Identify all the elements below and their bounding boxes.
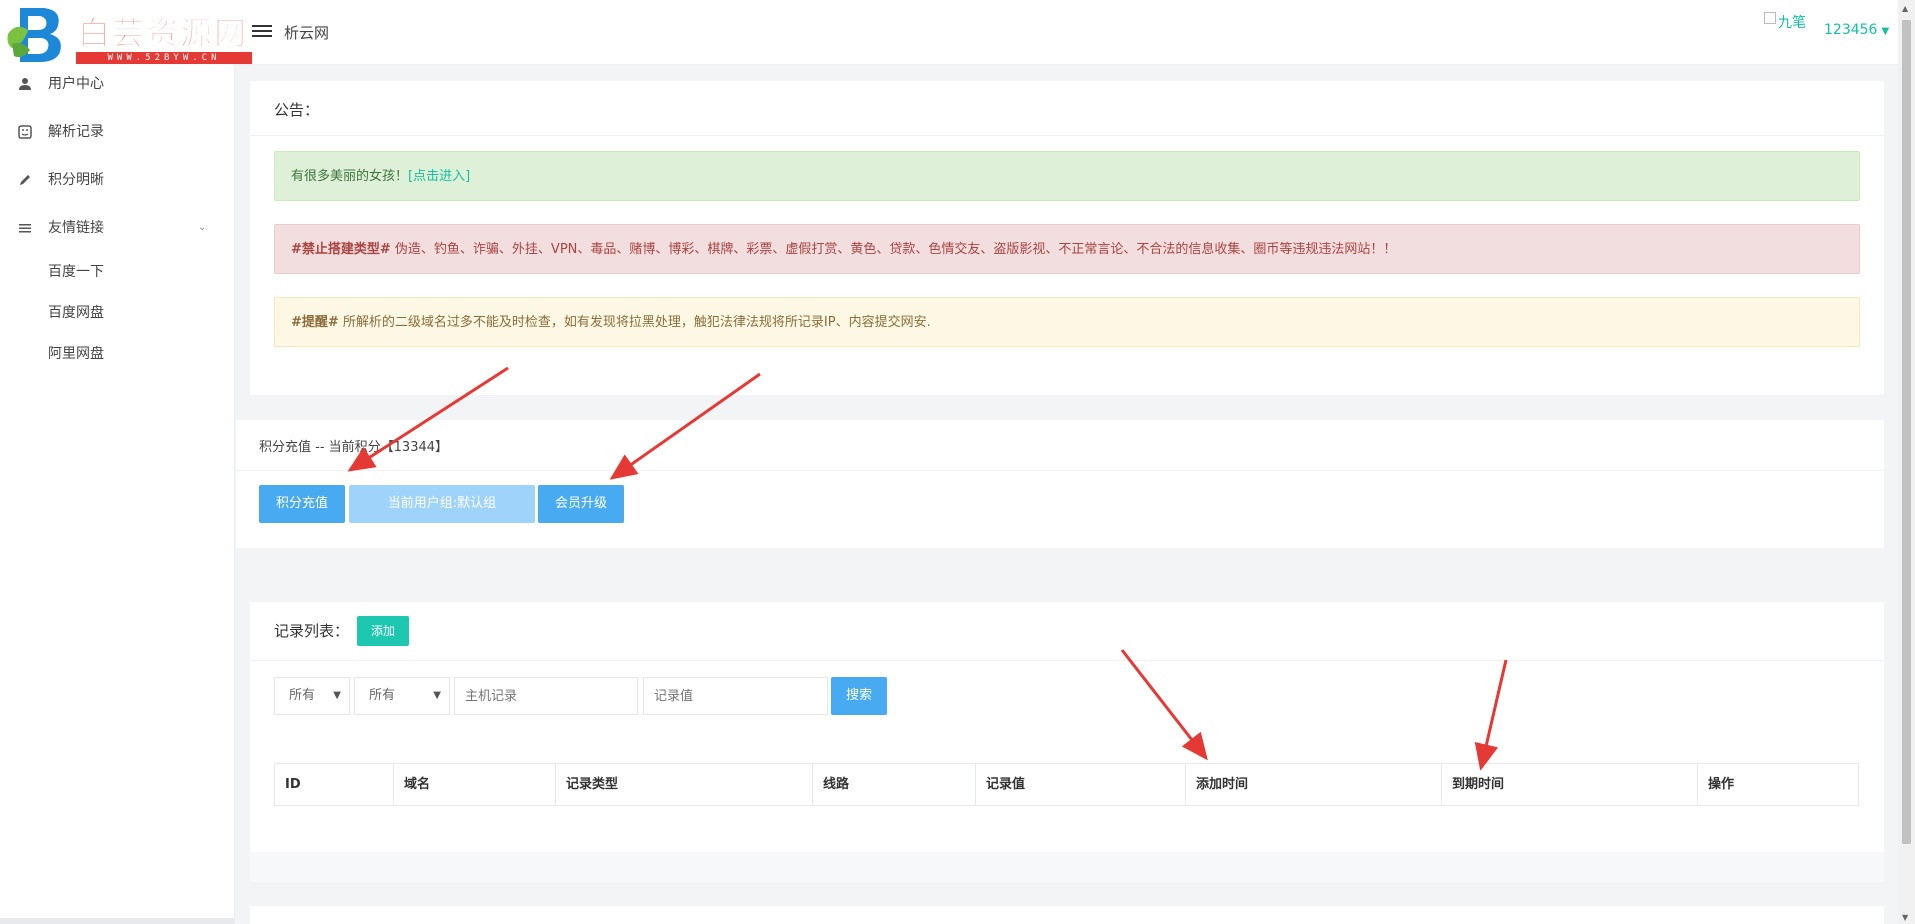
- notice-yellow-tag: #提醒#: [291, 315, 339, 330]
- avatar-alt-text: 九笔: [1778, 15, 1806, 31]
- column-header[interactable]: 线路: [813, 764, 976, 805]
- page-scrollbar[interactable]: ▲ ▼: [1898, 0, 1915, 924]
- caret-down-icon: ▼: [1881, 26, 1890, 37]
- add-record-button[interactable]: 添加: [357, 616, 409, 646]
- sidebar-item-links[interactable]: 友情链接 ⌄: [0, 208, 234, 248]
- column-header[interactable]: ID: [275, 764, 394, 805]
- logo-text: 白芸资源网: [77, 14, 249, 53]
- line-filter-value: 所有: [369, 688, 396, 703]
- record-value-input[interactable]: [643, 677, 828, 715]
- line-filter[interactable]: 所有 ▼: [354, 677, 450, 715]
- broken-image-icon: [1764, 12, 1776, 24]
- avatar[interactable]: 九笔: [1764, 12, 1806, 32]
- menu-toggle-icon[interactable]: [252, 22, 272, 38]
- notice-yellow-text: 所解析的二级域名过多不能及时检查，如有发现将拉黑处理，触犯法律法规将所记录IP、…: [338, 315, 931, 330]
- host-record-input[interactable]: [454, 677, 638, 715]
- scroll-down-icon[interactable]: ▼: [1902, 913, 1908, 922]
- notice-green-text: 有很多美丽的女孩！: [291, 169, 409, 184]
- column-header[interactable]: 域名: [394, 764, 556, 805]
- points-header: 积分充值 -- 当前积分【13344】: [236, 420, 1884, 471]
- sidebar-item-points[interactable]: 积分明晰: [0, 160, 234, 200]
- sidebar-item-label: 解析记录: [48, 124, 104, 140]
- chevron-down-icon: ▼: [433, 690, 441, 701]
- record-icon: [16, 112, 34, 152]
- user-menu[interactable]: 123456 ▼: [1824, 22, 1889, 38]
- records-footer: [250, 852, 1884, 882]
- sidebar-item-label: 用户中心: [48, 76, 104, 92]
- sidebar-subitem-baidu-pan[interactable]: 百度网盘: [48, 298, 104, 328]
- search-button[interactable]: 搜索: [831, 677, 887, 715]
- sidebar-footer: [0, 918, 234, 924]
- points-card: 积分充值 -- 当前积分【13344】 积分充值 当前用户组:默认组 会员升级: [236, 420, 1884, 548]
- notice-header: 公告：: [250, 81, 1884, 136]
- user-group-button[interactable]: 当前用户组:默认组: [349, 485, 535, 523]
- sidebar-subitem-ali-pan[interactable]: 阿里网盘: [48, 339, 104, 369]
- sidebar: 用户中心 解析记录 积分明晰 友情链接 ⌄ 百度一下 百度网盘 阿里网盘: [0, 64, 235, 924]
- column-header[interactable]: 记录类型: [556, 764, 813, 805]
- notice-title: 公告：: [274, 101, 320, 119]
- top-header: 白芸资源网 WWW.52BYW.CN 析云网 九笔 123456 ▼: [0, 0, 1898, 65]
- next-card: [250, 906, 1884, 924]
- notice-card: 公告： 有很多美丽的女孩！[点击进入] #禁止搭建类型# 伪造、钓鱼、诈骗、外挂…: [250, 81, 1884, 395]
- upgrade-button[interactable]: 会员升级: [538, 485, 624, 523]
- username: 123456: [1824, 22, 1878, 38]
- list-icon: [16, 208, 34, 248]
- user-icon: [16, 64, 34, 104]
- sidebar-subitem-baidu[interactable]: 百度一下: [48, 257, 104, 287]
- column-header[interactable]: 添加时间: [1186, 764, 1442, 805]
- sidebar-item-label: 友情链接: [48, 220, 104, 236]
- column-header[interactable]: 操作: [1698, 764, 1858, 805]
- scroll-up-icon[interactable]: ▲: [1902, 4, 1908, 13]
- records-card: 记录列表： 添加: [250, 602, 1884, 882]
- points-title: 积分充值 -- 当前积分【13344】: [259, 440, 449, 455]
- logo[interactable]: 白芸资源网 WWW.52BYW.CN: [0, 0, 260, 70]
- sidebar-item-label: 积分明晰: [48, 172, 104, 188]
- column-header[interactable]: 到期时间: [1442, 764, 1698, 805]
- records-title: 记录列表：: [274, 622, 350, 640]
- recharge-button[interactable]: 积分充值: [259, 485, 345, 523]
- sidebar-item-user-center[interactable]: 用户中心: [0, 64, 234, 104]
- scrollbar-thumb[interactable]: [1902, 20, 1911, 844]
- records-header: 记录列表： 添加: [250, 602, 1884, 661]
- records-table-header: ID 域名 记录类型 线路 记录值 添加时间 到期时间 操作: [274, 763, 1859, 806]
- notice-yellow-alert: #提醒# 所解析的二级域名过多不能及时检查，如有发现将拉黑处理，触犯法律法规将所…: [274, 297, 1860, 347]
- column-header[interactable]: 记录值: [976, 764, 1186, 805]
- notice-red-tag: #禁止搭建类型#: [291, 242, 391, 257]
- logo-subtext: WWW.52BYW.CN: [76, 52, 252, 64]
- notice-red-text: 伪造、钓鱼、诈骗、外挂、VPN、毒品、赌博、博彩、棋牌、彩票、虚假打赏、黄色、贷…: [390, 242, 1397, 257]
- pencil-icon: [16, 160, 34, 200]
- record-type-filter[interactable]: 所有 ▼: [274, 677, 350, 715]
- record-type-filter-value: 所有: [289, 688, 316, 703]
- sidebar-item-records[interactable]: 解析记录: [0, 112, 234, 152]
- site-name: 析云网: [284, 24, 330, 42]
- notice-green-alert: 有很多美丽的女孩！[点击进入]: [274, 151, 1860, 201]
- logo-b-icon: [7, 8, 61, 62]
- chevron-down-icon: ⌄: [198, 222, 207, 233]
- chevron-down-icon: ▼: [333, 690, 341, 701]
- notice-green-link[interactable]: [点击进入]: [408, 169, 470, 184]
- notice-red-alert: #禁止搭建类型# 伪造、钓鱼、诈骗、外挂、VPN、毒品、赌博、博彩、棋牌、彩票、…: [274, 224, 1860, 274]
